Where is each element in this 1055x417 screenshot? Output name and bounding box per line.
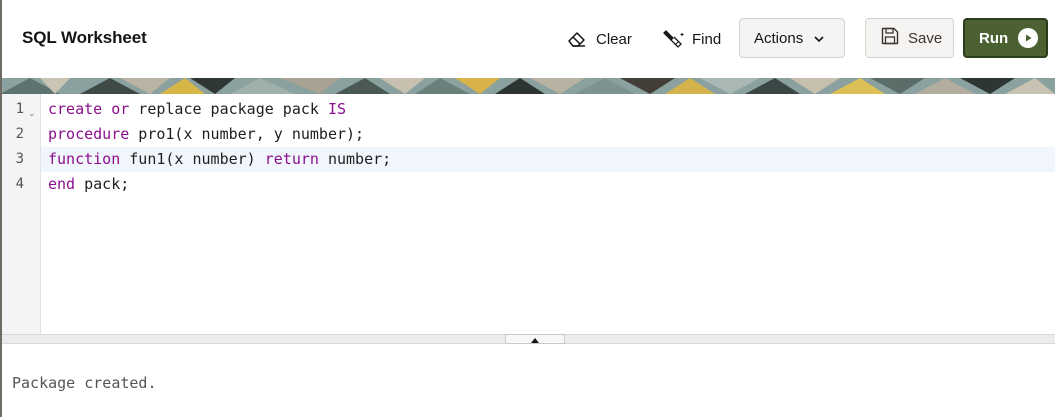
sql-keyword: IS (327, 100, 347, 118)
fold-arrow-icon[interactable]: ⌄ (28, 108, 36, 119)
output-message: Package created. (12, 374, 157, 392)
find-label: Find (692, 30, 722, 48)
run-button[interactable]: Run (963, 18, 1048, 58)
sql-keyword: function (48, 150, 121, 168)
line-number: 4 (15, 176, 24, 192)
sql-keyword: or (111, 100, 130, 118)
code-line[interactable]: function fun1(x number) return number; (48, 147, 391, 172)
chevron-down-icon (813, 30, 825, 47)
save-button[interactable]: Save (865, 18, 954, 58)
splitter-collapse-handle[interactable] (505, 334, 565, 344)
sql-keyword: return (264, 150, 319, 168)
code-token: number; (318, 150, 392, 168)
decorative-banner (0, 78, 1055, 94)
toolbar: SQL Worksheet Clear Find Actions Save Ru… (0, 0, 1055, 78)
sql-keyword: end (48, 175, 76, 193)
run-label: Run (979, 29, 1009, 47)
code-line[interactable]: end pack; (48, 172, 129, 197)
script-output-pane: Package created. (2, 344, 1055, 417)
actions-label: Actions (754, 29, 804, 47)
flashlight-icon (662, 29, 684, 49)
save-label: Save (908, 29, 943, 47)
code-token: replace package pack (129, 100, 328, 118)
window-left-border (0, 0, 2, 417)
code-line[interactable]: procedure pro1(x number, y number); (48, 122, 364, 147)
sql-keyword: create (48, 100, 103, 118)
play-circle-icon (1018, 28, 1039, 48)
code-token: pack; (75, 175, 130, 193)
line-number: 2 (15, 126, 24, 142)
floppy-disk-icon (880, 26, 900, 50)
eraser-icon (566, 29, 588, 49)
pane-splitter[interactable] (2, 334, 1055, 344)
sql-keyword: procedure (48, 125, 130, 143)
code-line[interactable]: create or replace package pack IS (48, 97, 346, 122)
page-title: SQL Worksheet (22, 28, 147, 47)
sql-editor[interactable]: 1 2 3 4 ⌄ create or replace package pack IS… (2, 94, 1055, 334)
actions-menu-button[interactable]: Actions (739, 18, 845, 58)
line-number: 3 (15, 151, 24, 167)
find-button[interactable]: Find (662, 20, 721, 58)
line-number: 1 (15, 101, 24, 117)
line-number-gutter: 1 2 3 4 (2, 94, 41, 334)
code-token: fun1(x number) (120, 150, 265, 168)
clear-button[interactable]: Clear (566, 20, 632, 58)
clear-label: Clear (596, 30, 632, 48)
code-token: pro1(x number, y number); (129, 125, 365, 143)
